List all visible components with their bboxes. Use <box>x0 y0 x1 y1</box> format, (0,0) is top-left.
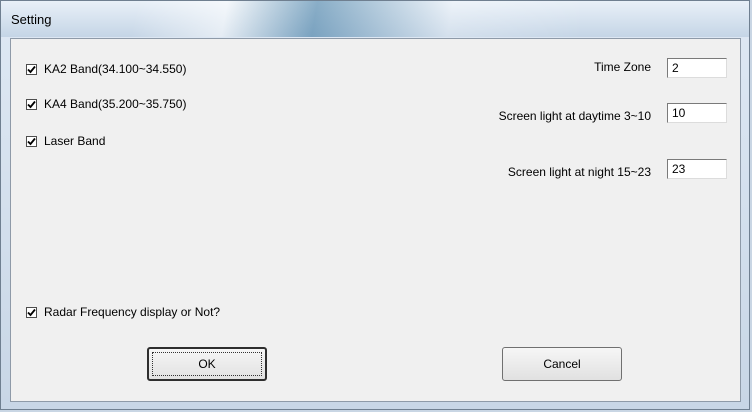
title-bar[interactable]: Setting <box>1 1 749 37</box>
dialog-body: KA2 Band(34.100~34.550) KA4 Band(35.200~… <box>10 38 741 402</box>
checkmark-icon <box>27 308 36 316</box>
checkmark-icon <box>27 100 36 108</box>
ka2-band-label: KA2 Band(34.100~34.550) <box>44 62 187 76</box>
day-light-label: Screen light at daytime 3~10 <box>498 109 651 123</box>
checkbox-box[interactable] <box>26 306 37 318</box>
radar-display-checkbox[interactable]: Radar Frequency display or Not? <box>26 305 220 319</box>
cancel-button[interactable]: Cancel <box>502 347 622 381</box>
laser-band-checkbox[interactable]: Laser Band <box>26 134 105 148</box>
checkbox-box[interactable] <box>26 98 37 110</box>
laser-band-label: Laser Band <box>44 134 106 148</box>
window-title: Setting <box>11 12 52 27</box>
checkmark-icon <box>27 137 36 145</box>
night-light-input[interactable] <box>667 159 727 179</box>
radar-display-label: Radar Frequency display or Not? <box>44 305 221 319</box>
time-zone-input[interactable] <box>667 58 727 78</box>
ka4-band-checkbox[interactable]: KA4 Band(35.200~35.750) <box>26 97 186 111</box>
ka2-band-checkbox[interactable]: KA2 Band(34.100~34.550) <box>26 62 186 76</box>
cancel-label: Cancel <box>543 357 581 371</box>
focus-ring <box>152 352 262 376</box>
checkbox-box[interactable] <box>26 63 37 75</box>
checkbox-box[interactable] <box>26 135 37 147</box>
time-zone-label: Time Zone <box>594 60 651 74</box>
setting-dialog: Setting KA2 Band(34.100~34.550) KA4 Band… <box>0 0 750 410</box>
ka4-band-label: KA4 Band(35.200~35.750) <box>44 97 187 111</box>
night-light-label: Screen light at night 15~23 <box>507 165 651 179</box>
ok-button[interactable]: OK <box>147 347 267 381</box>
day-light-input[interactable] <box>667 103 727 123</box>
checkmark-icon <box>27 65 36 73</box>
